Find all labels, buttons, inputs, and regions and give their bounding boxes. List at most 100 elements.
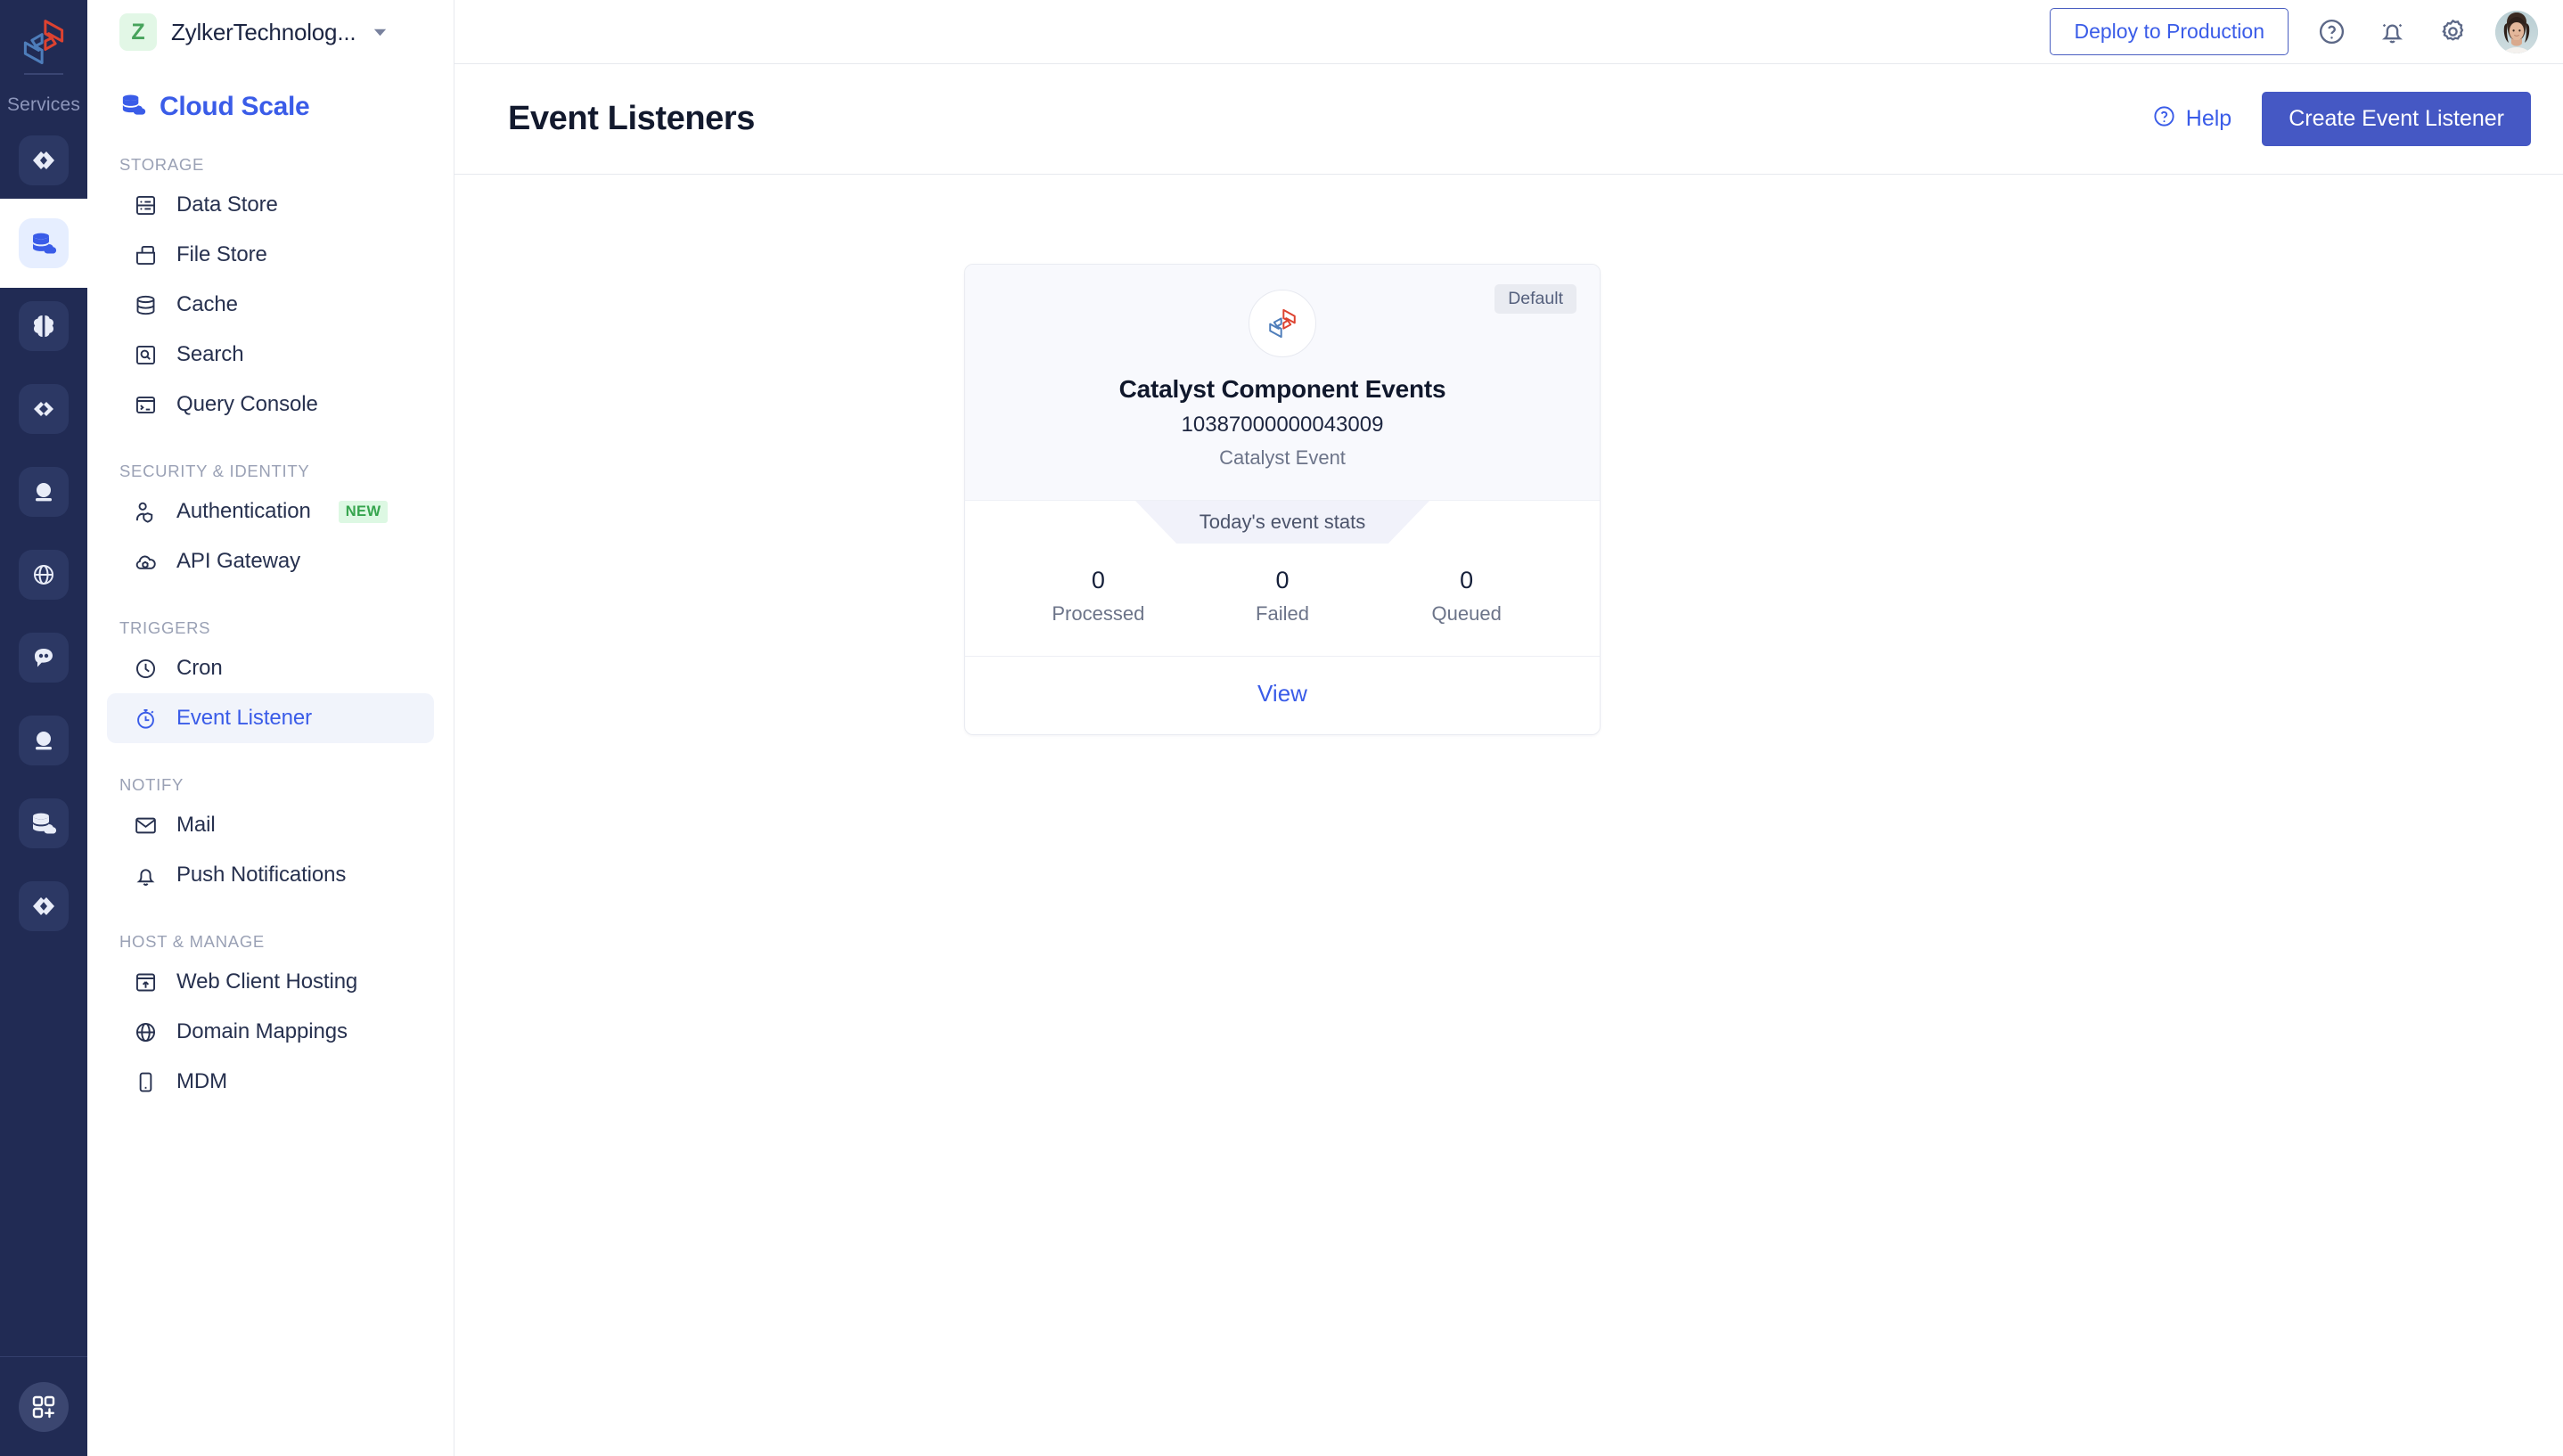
stat-label: Queued	[1431, 602, 1502, 625]
help-link[interactable]: Help	[2152, 104, 2231, 135]
stat-label: Failed	[1256, 602, 1309, 625]
content-area: Default Catalyst Component Events 103870…	[454, 175, 2563, 735]
rail-item-quickml[interactable]	[19, 467, 69, 517]
sidebar-item-label: Query Console	[176, 392, 318, 416]
stats-band: Today's event stats	[965, 501, 1600, 544]
sidebar-group-label-triggers: TRIGGERS	[119, 618, 211, 637]
org-switcher[interactable]: Z ZylkerTechnolog...	[87, 0, 454, 64]
rail-item-web[interactable]	[19, 550, 69, 600]
sidebar-item-file-store[interactable]: File Store	[107, 230, 434, 280]
sidebar-item-label: Mail	[176, 813, 216, 837]
mobile-device-icon	[134, 1070, 158, 1094]
view-link[interactable]: View	[1257, 680, 1307, 708]
stat-failed: 0 Failed	[1191, 567, 1375, 626]
sidebar-group-label-host: HOST & MANAGE	[119, 932, 265, 951]
sidebar-item-cache[interactable]: Cache	[107, 280, 434, 330]
rail-item-cloud-scale[interactable]	[0, 176, 126, 311]
sidebar-item-query-console[interactable]: Query Console	[107, 380, 434, 429]
sidebar-scroll: Cloud Scale STORAGE Data Store File Stor…	[87, 64, 454, 1456]
sidebar-item-authentication[interactable]: Authentication NEW	[107, 487, 434, 536]
page-title: Event Listeners	[508, 100, 755, 137]
create-event-listener-button[interactable]: Create Event Listener	[2262, 92, 2531, 146]
sidebar-item-label: Domain Mappings	[176, 1019, 348, 1043]
rail-bottom	[0, 1356, 87, 1456]
org-avatar: Z	[119, 13, 157, 51]
sidebar-item-mail[interactable]: Mail	[107, 800, 434, 850]
sidebar-item-mdm[interactable]: MDM	[107, 1057, 434, 1107]
app-root: Services Z ZylkerTechnolog... Cloud Scal…	[0, 0, 2563, 1456]
stats-band-label: Today's event stats	[1199, 511, 1366, 533]
sidebar-title[interactable]: Cloud Scale	[87, 64, 454, 123]
stat-value: 0	[1460, 567, 1474, 593]
globe-icon	[134, 1020, 158, 1044]
stat-queued: 0 Queued	[1374, 567, 1559, 626]
rail-item-ai[interactable]	[19, 301, 69, 351]
rail-divider	[24, 73, 63, 75]
rail-item-devops[interactable]	[19, 384, 69, 434]
sidebar-item-cron[interactable]: Cron	[107, 643, 434, 693]
sidebar-item-push-notifications[interactable]: Push Notifications	[107, 850, 434, 900]
sidebar-item-label: Push Notifications	[176, 863, 347, 887]
top-bar: Deploy to Production	[454, 0, 2563, 64]
sidebar-item-web-client-hosting[interactable]: Web Client Hosting	[107, 957, 434, 1007]
deploy-to-production-button[interactable]: Deploy to Production	[2050, 8, 2289, 55]
org-name: ZylkerTechnolog...	[171, 18, 356, 45]
terminal-icon	[134, 393, 158, 417]
bell-icon[interactable]	[2374, 14, 2410, 50]
rail-item-datastore[interactable]	[19, 798, 69, 848]
status-badge-new: NEW	[338, 500, 389, 523]
question-circle-icon	[2152, 104, 2176, 135]
stat-processed: 0 Processed	[1006, 567, 1191, 626]
sidebar-item-domain-mappings[interactable]: Domain Mappings	[107, 1007, 434, 1057]
clock-icon	[134, 657, 158, 681]
page-header: Event Listeners Help Create Event Listen…	[454, 64, 2563, 175]
database-icon	[134, 293, 158, 317]
grid-plus-icon[interactable]	[19, 1381, 69, 1432]
status-badge: Default	[1494, 284, 1576, 314]
sidebar-item-label: MDM	[176, 1069, 228, 1093]
sidebar-item-label: Web Client Hosting	[176, 969, 358, 994]
card-header: Default Catalyst Component Events 103870…	[965, 265, 1600, 501]
server-rack-icon	[134, 193, 158, 217]
sidebar-item-label: API Gateway	[176, 549, 300, 573]
rail-item-list	[0, 135, 126, 931]
bell-icon	[134, 863, 158, 888]
sidebar-group-label-notify: NOTIFY	[119, 775, 184, 794]
sidebar-item-event-listener[interactable]: Event Listener	[107, 693, 434, 743]
search-box-icon	[134, 343, 158, 367]
page-actions: Help Create Event Listener	[2152, 92, 2531, 146]
sidebar-item-search[interactable]: Search	[107, 330, 434, 380]
help-label: Help	[2185, 106, 2232, 131]
chevron-down-icon[interactable]	[372, 24, 389, 41]
sidebar-item-label: Search	[176, 342, 244, 366]
card-id: 10387000000043009	[1181, 413, 1384, 437]
rail-services-label: Services	[6, 94, 81, 115]
rail-item-insights[interactable]	[19, 716, 69, 765]
catalyst-logo-icon[interactable]	[17, 16, 70, 68]
card-subtitle: Catalyst Event	[1219, 446, 1346, 469]
sidebar-group-label-security: SECURITY & IDENTITY	[119, 462, 310, 480]
sidebar-item-label: File Store	[176, 242, 267, 266]
stats-row: 0 Processed 0 Failed 0 Queued	[965, 544, 1600, 656]
sidebar-item-label: Event Listener	[176, 706, 313, 730]
question-circle-icon[interactable]	[2313, 14, 2349, 50]
avatar[interactable]	[2495, 10, 2538, 53]
gear-icon[interactable]	[2435, 14, 2470, 50]
main-area: Deploy to Production Event Listeners Hel…	[454, 0, 2563, 1456]
sidebar-item-api-gateway[interactable]: API Gateway	[107, 536, 434, 586]
rail-item-serverless[interactable]	[19, 135, 69, 185]
sidebar-item-data-store[interactable]: Data Store	[107, 180, 434, 230]
cloud-gear-icon	[134, 550, 158, 574]
sidebar-group-label-storage: STORAGE	[119, 155, 205, 174]
card-footer: View	[965, 656, 1600, 734]
event-listener-card[interactable]: Default Catalyst Component Events 103870…	[964, 264, 1601, 735]
sidebar: Z ZylkerTechnolog... Cloud Scale STORAGE…	[87, 0, 454, 1456]
catalyst-logo-icon	[1249, 290, 1316, 357]
services-rail: Services	[0, 0, 126, 1456]
stat-label: Processed	[1052, 602, 1145, 625]
rail-item-api[interactable]	[19, 881, 69, 931]
rail-item-conversations[interactable]	[19, 633, 69, 683]
card-title: Catalyst Component Events	[1118, 375, 1446, 403]
stat-value: 0	[1091, 567, 1105, 593]
window-upload-icon	[134, 970, 158, 994]
